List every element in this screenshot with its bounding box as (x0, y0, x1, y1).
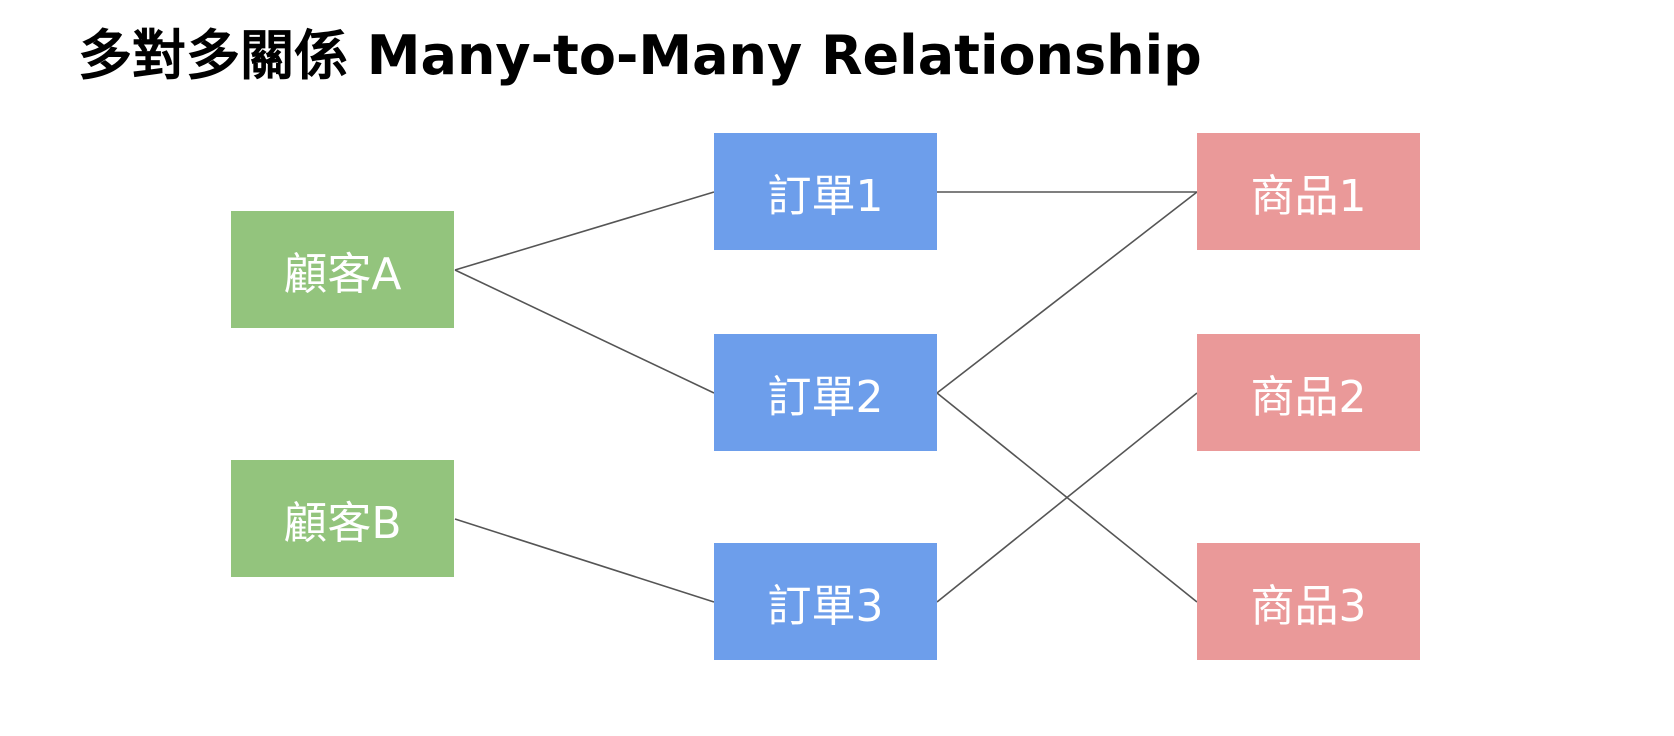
order-node-3: 訂單3 (714, 543, 937, 660)
order-node-label: 訂單3 (767, 580, 884, 632)
order-node-1: 訂單1 (714, 133, 937, 250)
product-node-1: 商品1 (1197, 133, 1420, 250)
link-customer-A-to-order-2 (454, 269, 715, 394)
customer-node-label: 顧客B (283, 497, 402, 549)
product-node-label: 商品1 (1250, 170, 1367, 222)
link-customer-A-to-order-1 (454, 191, 715, 271)
order-node-label: 訂單1 (767, 170, 884, 222)
order-node-2: 訂單2 (714, 334, 937, 451)
customer-node-b: 顧客B (231, 460, 454, 577)
customer-node-label: 顧客A (283, 248, 402, 300)
customer-node-a: 顧客A (231, 211, 454, 328)
product-node-2: 商品2 (1197, 334, 1420, 451)
link-order-2-to-product-1 (936, 191, 1198, 394)
order-node-label: 訂單2 (767, 371, 884, 423)
product-node-3: 商品3 (1197, 543, 1420, 660)
product-node-label: 商品3 (1250, 580, 1367, 632)
link-customer-B-to-order-3 (454, 518, 715, 603)
product-node-label: 商品2 (1250, 371, 1367, 423)
